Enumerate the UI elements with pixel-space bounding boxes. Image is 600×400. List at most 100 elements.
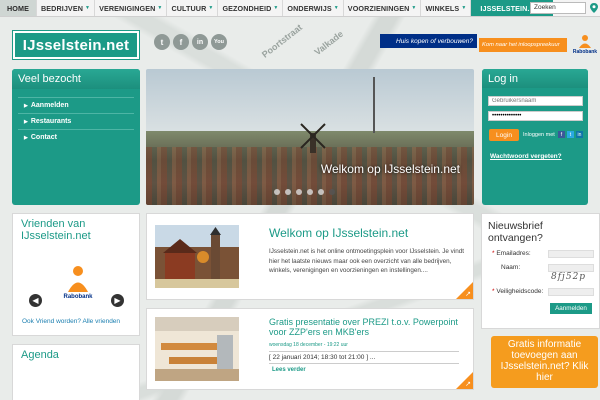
panel-title: Veel bezocht — [12, 69, 140, 89]
search-input[interactable]: Zoeken — [530, 2, 586, 14]
article-card[interactable]: Gratis presentatie over PREZI t.o.v. Pow… — [146, 308, 474, 390]
email-field[interactable] — [548, 250, 594, 258]
email-label-text: Emailadres: — [496, 250, 531, 257]
read-more-link[interactable]: Lees verder — [272, 367, 306, 373]
login-button[interactable]: Login — [489, 129, 519, 141]
nav-item-voorzieningen[interactable]: VOORZIENINGEN ▼ — [344, 0, 422, 16]
link-aanmelden[interactable]: ▶ Aanmelden — [18, 98, 134, 114]
sponsor-name: Rabobank — [63, 294, 93, 300]
article-image — [155, 317, 239, 381]
arrow-icon: ↗ — [465, 291, 471, 298]
name-label: Naam: — [501, 264, 521, 271]
username-input[interactable] — [488, 96, 583, 106]
arrow-right-icon[interactable]: ▶ — [111, 294, 124, 307]
rabobank-logo-text: Rabobank — [572, 49, 598, 55]
veel-bezocht-panel: Veel bezocht ▶ Aanmelden ▶ Restaurants ▶ Co… — [12, 69, 140, 205]
link-contact[interactable]: ▶ Contact — [18, 130, 134, 145]
email-label: * Emailadres: — [492, 250, 531, 257]
windmill-icon — [300, 123, 326, 153]
slider-roofs — [146, 147, 474, 205]
triangle-down-icon: ▼ — [85, 5, 91, 11]
tv-tower — [373, 77, 375, 133]
slider-dots — [274, 189, 335, 195]
arrow-left-icon[interactable]: ◀ — [29, 294, 42, 307]
twitter-icon[interactable]: t — [154, 34, 170, 50]
nav-item-verenigingen[interactable]: VERENIGINGEN ▼ — [95, 0, 168, 16]
article-date: [ 22 januari 2014; 18:30 tot 21:00 ] ... — [269, 351, 459, 364]
facebook-icon[interactable]: f — [558, 131, 565, 138]
slider-caption: Welkom op IJsselstein.net — [320, 162, 460, 176]
site-logo[interactable]: IJsselstein.net — [13, 31, 139, 59]
code-label-text: Veiligheidscode: — [496, 288, 544, 295]
nav-item-bedrijven[interactable]: BEDRIJVEN ▼ — [37, 0, 96, 16]
vrienden-footer-link[interactable]: Ook Vriend worden? Alle vrienden — [22, 318, 120, 325]
code-label: * Veiligheidscode: — [492, 288, 544, 295]
banner-blue-text: Huis kopen of verbouwen? — [380, 34, 477, 48]
login-via-label: Inloggen met — [523, 132, 555, 138]
article-image — [155, 225, 239, 288]
name-field[interactable] — [548, 264, 594, 272]
rabobank-sponsor-logo[interactable]: Rabobank — [63, 264, 93, 304]
nav-item-label: CULTUUR — [171, 3, 207, 13]
youtube-icon[interactable]: You — [211, 34, 227, 50]
rabobank-logo-icon — [68, 266, 88, 292]
nav-item-onderwijs[interactable]: ONDERWIJS ▼ — [283, 0, 344, 16]
promo-box[interactable]: Gratis informatie toevoegen aan IJsselst… — [491, 336, 598, 388]
nav-item-label: VERENIGINGEN — [99, 3, 156, 13]
triangle-down-icon: ▼ — [273, 5, 279, 11]
panel-title: Nieuwsbrief ontvangen? — [488, 220, 543, 244]
slider-dot[interactable] — [318, 189, 324, 195]
triangle-right-icon: ▶ — [24, 119, 28, 125]
facebook-icon[interactable]: f — [173, 34, 189, 50]
code-field[interactable] — [548, 288, 594, 296]
password-input[interactable] — [488, 111, 583, 121]
subscribe-button[interactable]: Aanmelden — [550, 303, 592, 314]
link-label: Aanmelden — [30, 102, 69, 109]
triangle-down-icon: ▼ — [208, 5, 214, 11]
nav-item-label: BEDRIJVEN — [40, 3, 84, 13]
article-title[interactable]: Welkom op IJsselstein.net — [269, 226, 408, 240]
linkedin-icon[interactable]: in — [192, 34, 208, 50]
link-restaurants[interactable]: ▶ Restaurants — [18, 114, 134, 130]
slider-dot[interactable] — [274, 189, 280, 195]
triangle-down-icon: ▼ — [157, 5, 163, 11]
agenda-panel: Agenda — [12, 344, 140, 400]
slider-dot[interactable] — [307, 189, 313, 195]
forgot-password-link[interactable]: Wachtwoord vergeten? — [490, 153, 562, 160]
nav-item-home[interactable]: HOME — [0, 0, 37, 16]
article-card[interactable]: Welkom op IJsselstein.net IJsselstein.ne… — [146, 213, 474, 300]
newsletter-panel: Nieuwsbrief ontvangen? * Emailadres: Naa… — [481, 213, 600, 329]
article-text: IJsselstein.net is het online ontmoeting… — [269, 248, 464, 274]
twitter-icon[interactable]: t — [567, 131, 574, 138]
nav-item-gezondheid[interactable]: GEZONDHEID ▼ — [218, 0, 284, 16]
vrienden-panel: Vrienden van IJsselstein.net Rabobank ◀ … — [12, 213, 140, 336]
slider-dot[interactable] — [285, 189, 291, 195]
article-meta: woensdag 18 december - 19:22 uur — [269, 342, 348, 348]
nav-item-cultuur[interactable]: CULTUUR ▼ — [167, 0, 219, 16]
captcha-image: 8fj52p — [551, 272, 587, 282]
slider-dot[interactable] — [296, 189, 302, 195]
panel-title: Log in — [482, 69, 588, 88]
triangle-down-icon: ▼ — [461, 5, 467, 11]
nav-item-label: WINKELS — [425, 3, 460, 13]
top-navigation: HOME BEDRIJVEN ▼ VERENIGINGEN ▼ CULTUUR ▼ G… — [0, 0, 600, 17]
nav-item-winkels[interactable]: WINKELS ▼ — [421, 0, 472, 16]
nav-item-label: GEZONDHEID — [222, 3, 272, 13]
rabobank-banner[interactable]: Huis kopen of verbouwen? Kom naar het in… — [380, 34, 600, 56]
link-label: Contact — [30, 134, 57, 141]
panel-title: Vrienden van IJsselstein.net — [21, 218, 91, 242]
rabobank-logo-icon — [579, 35, 591, 48]
triangle-right-icon: ▶ — [24, 135, 28, 141]
slider-dot-active[interactable] — [329, 189, 335, 195]
triangle-down-icon: ▼ — [333, 5, 339, 11]
map-pin-icon[interactable] — [590, 3, 598, 13]
link-label: Restaurants — [30, 118, 72, 125]
arrow-icon: ↗ — [465, 381, 471, 388]
linkedin-icon[interactable]: in — [576, 131, 583, 138]
triangle-down-icon: ▼ — [411, 5, 417, 11]
hero-slider[interactable]: Welkom op IJsselstein.net — [146, 69, 474, 205]
panel-title: Agenda — [21, 349, 59, 361]
article-title[interactable]: Gratis presentatie over PREZI t.o.v. Pow… — [269, 317, 469, 337]
login-panel: Log in Login Inloggen met f t in Wachtwo… — [482, 69, 588, 205]
banner-orange-text: Kom naar het inloopspreekuur — [479, 38, 567, 52]
